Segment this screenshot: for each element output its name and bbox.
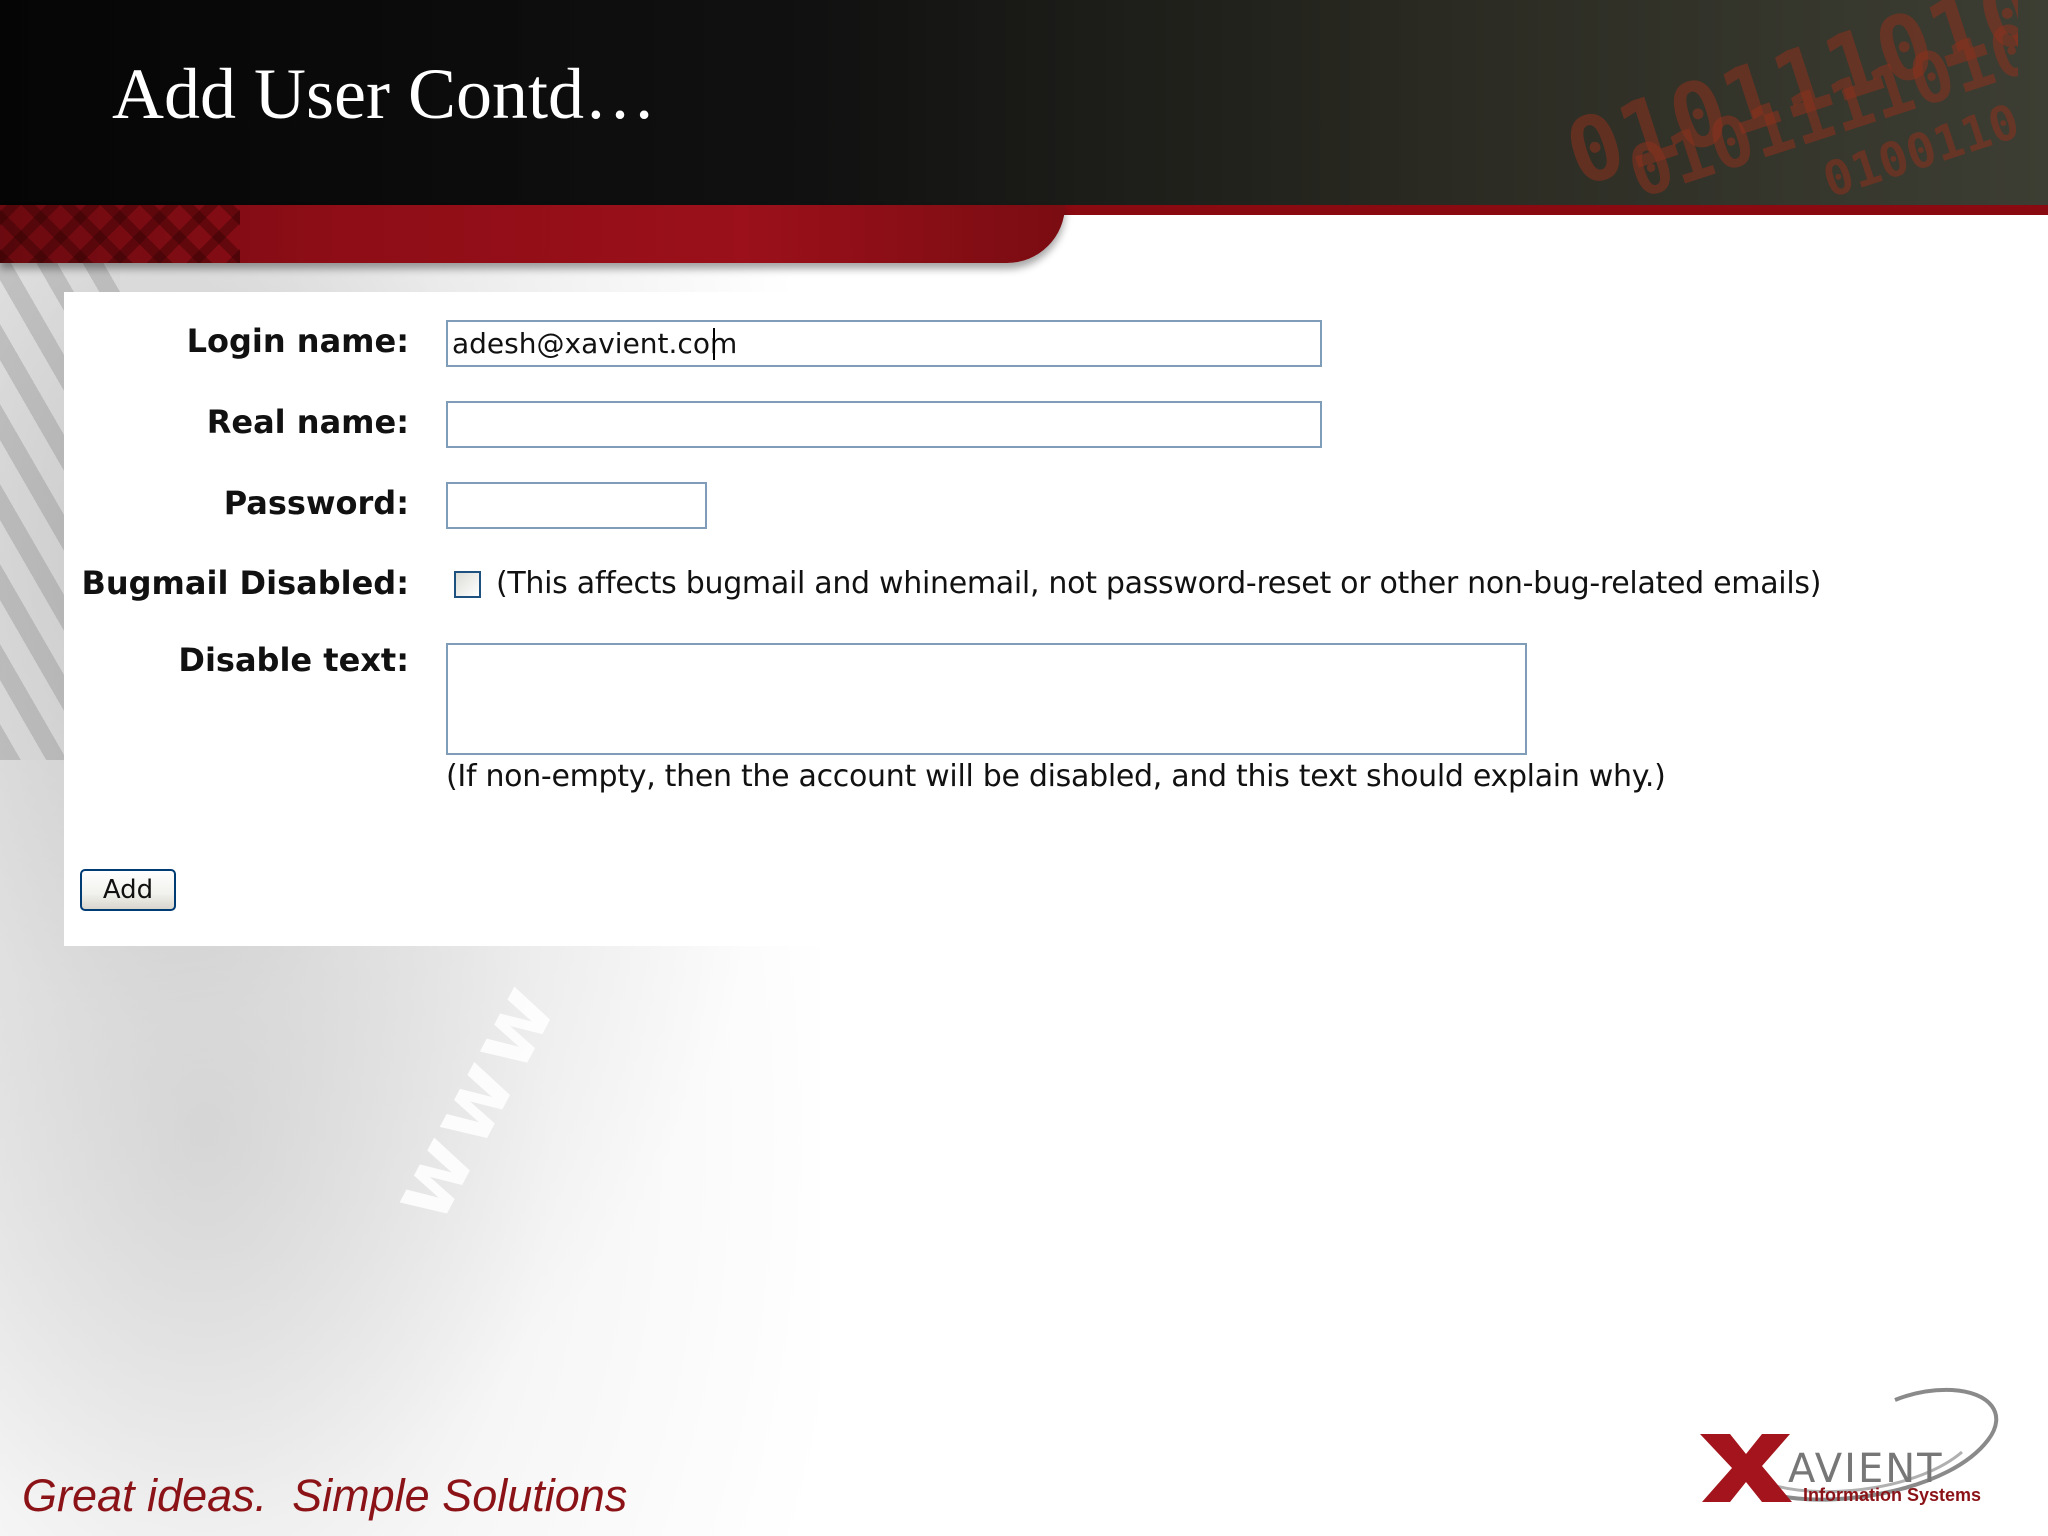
password-input[interactable]: [446, 482, 707, 529]
disable-text-note: (If non-empty, then the account will be …: [446, 759, 1666, 794]
slide-header: 010111010 0101111010111 0100110011 Add U…: [0, 0, 2048, 205]
header-red-tab: [0, 205, 1065, 263]
real-name-input[interactable]: [446, 401, 1322, 448]
disable-text-label: Disable text:: [178, 641, 409, 679]
xavient-logo-graphic: AVIENT Information Systems: [1700, 1387, 1999, 1505]
add-button[interactable]: Add: [80, 869, 176, 911]
logo-x-mark: [1700, 1434, 1792, 1502]
login-name-input[interactable]: [446, 320, 1322, 367]
logo-subtitle-text: Information Systems: [1803, 1485, 1981, 1505]
xavient-logo: AVIENT Information Systems: [1690, 1378, 2030, 1508]
slide-title: Add User Contd…: [112, 54, 656, 134]
binary-decoration: 010111010 0101111010111 0100110011: [1258, 0, 2018, 200]
login-name-label: Login name:: [186, 322, 409, 360]
bugmail-disabled-checkbox[interactable]: [454, 571, 481, 598]
bugmail-note: (This affects bugmail and whinemail, not…: [496, 566, 1822, 601]
tagline: Great ideas. Simple Solutions: [22, 1470, 628, 1521]
disable-text-textarea[interactable]: [446, 643, 1527, 755]
real-name-label: Real name:: [206, 403, 409, 441]
text-caret: [713, 328, 715, 360]
password-label: Password:: [223, 484, 409, 522]
bugmail-disabled-label: Bugmail Disabled:: [81, 564, 409, 602]
add-user-form: Login name: Real name: Password: Bugmail…: [64, 292, 1821, 946]
